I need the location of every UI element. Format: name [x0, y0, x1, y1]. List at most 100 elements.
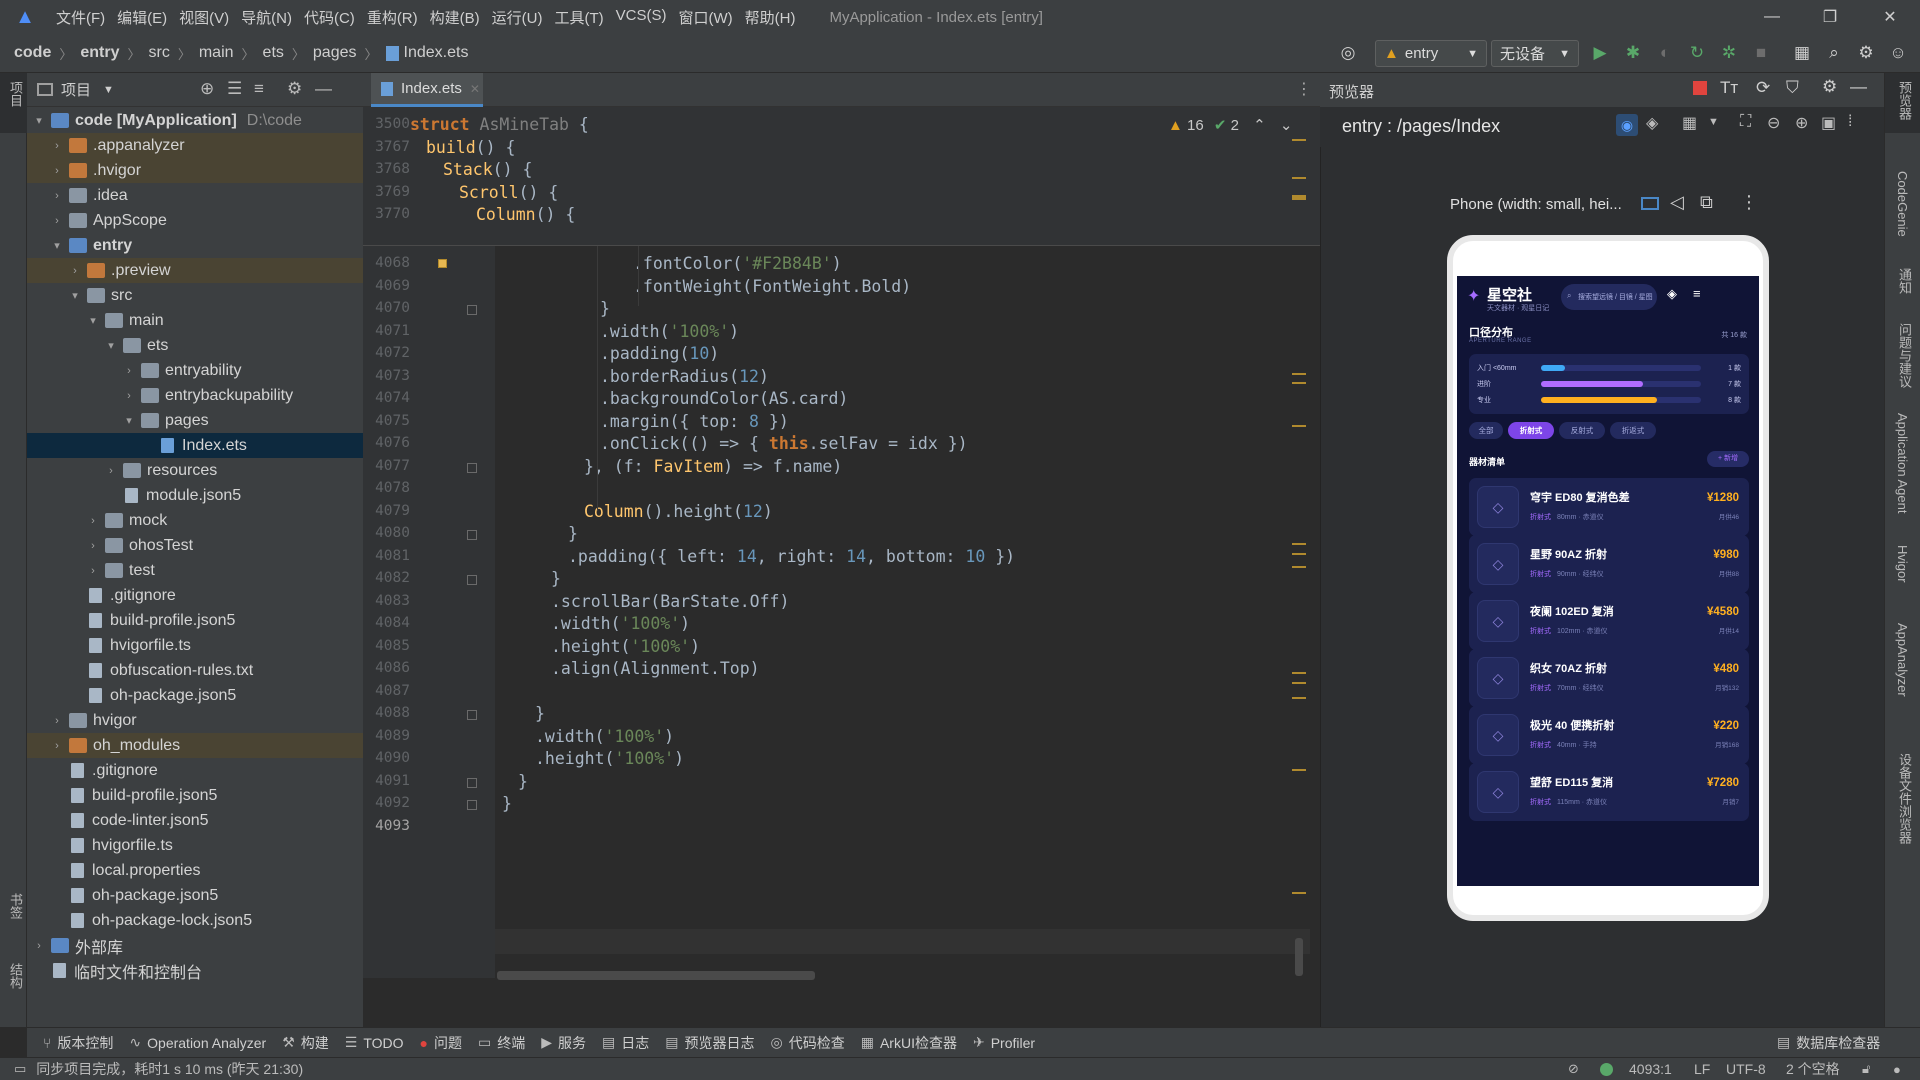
menu-item[interactable]: 代码(C): [298, 7, 361, 28]
equipment-card[interactable]: ◇ 穹宇 ED80 复消色差 折射式 80mm · 赤道仪 ¥1280 月供46: [1469, 478, 1749, 536]
next-highlight-icon[interactable]: ⌄: [1280, 117, 1293, 134]
code-line[interactable]: .align(Alignment.Top): [551, 659, 760, 678]
appanalyzer-tool-label[interactable]: AppAnalyzer: [1895, 623, 1910, 697]
tree-item[interactable]: obfuscation-rules.txt: [27, 658, 363, 683]
code-line[interactable]: }: [502, 794, 512, 813]
code-line[interactable]: .borderRadius(12): [600, 367, 769, 386]
code-line[interactable]: .height('100%'): [535, 749, 684, 768]
rerun-icon[interactable]: ↻: [1682, 38, 1712, 68]
zoom-out-icon[interactable]: ⊖: [1767, 113, 1780, 133]
back-icon[interactable]: ◁: [1670, 192, 1684, 213]
chevron-right-icon[interactable]: ›: [85, 565, 101, 577]
chevron-down-icon[interactable]: ▾: [67, 289, 83, 302]
layout-toggle-icon[interactable]: ▭: [14, 1061, 26, 1077]
chevron-down-icon[interactable]: ▾: [85, 314, 101, 327]
fold-marker-icon[interactable]: [467, 710, 477, 720]
code-line[interactable]: .onClick(() => { this.selFav = idx }): [600, 434, 968, 453]
tool-window-todo[interactable]: ☰ TODO: [345, 1034, 404, 1051]
fold-marker-icon[interactable]: [467, 462, 477, 473]
tree-item[interactable]: .gitignore: [27, 583, 363, 608]
attach-debugger-icon[interactable]: ✲: [1714, 38, 1744, 68]
device-file-browser-tool-label[interactable]: 设备文件浏览器: [1895, 753, 1914, 844]
tool-window-build[interactable]: ⚒ 构建: [282, 1033, 329, 1053]
chevron-right-icon[interactable]: ›: [85, 515, 101, 527]
add-item-button[interactable]: + 新增: [1707, 451, 1749, 467]
tree-item[interactable]: › ohosTest: [27, 533, 363, 558]
search-bar[interactable]: ⌕ 搜索望远镜 / 目镜 / 星图: [1561, 284, 1657, 310]
file-encoding[interactable]: UTF-8: [1726, 1061, 1766, 1077]
tool-window-arkui-inspector[interactable]: ▦ ArkUI检查器: [861, 1033, 957, 1053]
locate-icon[interactable]: ⊕: [200, 79, 214, 99]
chevron-right-icon[interactable]: ›: [121, 390, 137, 402]
chevron-down-icon[interactable]: ▾: [49, 239, 65, 252]
stop-preview-icon[interactable]: [1693, 81, 1707, 95]
tree-item[interactable]: › mock: [27, 508, 363, 533]
collapse-all-icon[interactable]: ≡: [254, 79, 264, 99]
tree-item[interactable]: ▾ main: [27, 308, 363, 333]
filter-chip[interactable]: 全部: [1469, 422, 1503, 439]
zoom-in-icon[interactable]: ⊕: [1795, 113, 1808, 133]
tool-window-operation-analyzer[interactable]: ∿ Operation Analyzer: [129, 1034, 266, 1051]
hvigor-tool-label[interactable]: Hvigor: [1895, 545, 1910, 583]
editor-vertical-scrollbar[interactable]: [1295, 938, 1303, 976]
project-tool-label[interactable]: 项目: [6, 81, 25, 107]
chevron-down-icon[interactable]: ▼: [103, 84, 114, 96]
structure-tool-label[interactable]: 结构: [6, 963, 25, 989]
screenshot-icon[interactable]: ▣: [1821, 113, 1836, 133]
code-line[interactable]: }: [518, 772, 528, 791]
line-separator[interactable]: LF: [1694, 1061, 1710, 1077]
device-screen-icon[interactable]: [1641, 197, 1659, 210]
sticky-code-line[interactable]: Stack() {: [443, 160, 532, 179]
chevron-down-icon[interactable]: ▼: [1708, 116, 1719, 128]
code-line[interactable]: .backgroundColor(AS.card): [600, 389, 848, 408]
project-structure-icon[interactable]: ▦: [1787, 38, 1817, 68]
device-select[interactable]: 无设备 ▼: [1491, 40, 1579, 67]
code-line[interactable]: .padding({ left: 14, right: 14, bottom: …: [568, 547, 1015, 566]
breadcrumb-item[interactable]: pages: [313, 44, 357, 62]
tree-item[interactable]: hvigorfile.ts: [27, 633, 363, 658]
tree-item[interactable]: ▾ pages: [27, 408, 363, 433]
code-line[interactable]: Column().height(12): [584, 502, 773, 521]
filter-chip[interactable]: 反射式: [1559, 422, 1605, 439]
code-line[interactable]: .fontWeight(FontWeight.Bold): [633, 277, 911, 296]
code-line[interactable]: .margin({ top: 8 }): [600, 412, 789, 431]
settings-gear-icon[interactable]: ⚙: [287, 79, 302, 99]
tree-item[interactable]: ▾ src: [27, 283, 363, 308]
code-line[interactable]: .height('100%'): [551, 637, 700, 656]
menu-item[interactable]: 重构(R): [361, 7, 424, 28]
inspection-summary[interactable]: ▲ 16 ✔ 2 ⌃ ⌄: [1168, 116, 1292, 134]
tree-item[interactable]: .gitignore: [27, 758, 363, 783]
tree-item[interactable]: oh-package.json5: [27, 683, 363, 708]
tree-item[interactable]: 临时文件和控制台: [27, 958, 363, 983]
sticky-code-line[interactable]: build() {: [426, 138, 515, 157]
sticky-code-line[interactable]: Column() {: [476, 205, 575, 224]
equipment-card[interactable]: ◇ 望舒 ED115 复消 折射式 115mm · 赤道仪 ¥7280 月销7: [1469, 763, 1749, 821]
breadcrumb-item[interactable]: ets: [263, 44, 284, 62]
hide-panel-icon[interactable]: —: [1850, 77, 1867, 97]
menu-item[interactable]: 编辑(E): [111, 7, 173, 28]
chevron-down-icon[interactable]: ▾: [103, 339, 119, 352]
breadcrumb-item[interactable]: src: [149, 44, 170, 62]
tree-item[interactable]: ▾ code [MyApplication] D:\code: [27, 108, 363, 133]
diamond-icon[interactable]: ◈: [1667, 286, 1677, 302]
menu-item[interactable]: 导航(N): [235, 7, 298, 28]
code-line[interactable]: .fontColor('#F2B84B'): [633, 254, 842, 273]
tree-item[interactable]: build-profile.json5: [27, 783, 363, 808]
chevron-right-icon[interactable]: ›: [49, 215, 65, 227]
sticky-code-line[interactable]: struct AsMineTab {: [410, 115, 589, 134]
code-line[interactable]: }: [551, 569, 561, 588]
menu-item[interactable]: 窗口(W): [672, 7, 738, 28]
tree-item[interactable]: › entryability: [27, 358, 363, 383]
hide-panel-icon[interactable]: —: [315, 79, 332, 99]
font-size-icon[interactable]: Tт: [1720, 78, 1738, 98]
chevron-right-icon[interactable]: ›: [31, 940, 47, 952]
inspector-icon[interactable]: ◉: [1616, 114, 1638, 136]
code-line[interactable]: .scrollBar(BarState.Off): [551, 592, 789, 611]
settings-gear-icon[interactable]: ⚙: [1851, 38, 1881, 68]
tool-window-version-control[interactable]: ⑂ 版本控制: [43, 1033, 113, 1053]
menu-item[interactable]: 工具(T): [548, 7, 609, 28]
minimize-icon[interactable]: —: [1742, 0, 1802, 34]
chevron-down-icon[interactable]: ▾: [31, 114, 47, 127]
breadcrumb-item[interactable]: entry: [80, 44, 119, 62]
more-options-icon[interactable]: ⋮: [1740, 192, 1758, 213]
